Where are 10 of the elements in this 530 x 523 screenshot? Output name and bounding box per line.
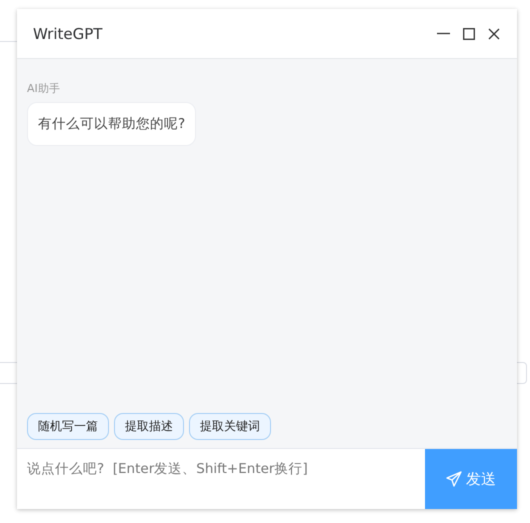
- maximize-icon[interactable]: [463, 28, 475, 40]
- send-icon: [446, 471, 462, 487]
- window-title: WriteGPT: [33, 24, 102, 42]
- sender-name: AI助手: [27, 81, 60, 96]
- message-bubble: 有什么可以帮助您的呢?: [27, 102, 196, 146]
- quick-action-button[interactable]: 提取描述: [114, 413, 184, 440]
- message-input[interactable]: 说点什么吧? [Enter发送、Shift+Enter换行]: [17, 449, 425, 509]
- quick-action-button[interactable]: 提取关键词: [189, 413, 271, 440]
- quick-action-button[interactable]: 随机写一篇: [27, 413, 109, 440]
- close-icon[interactable]: [488, 28, 500, 40]
